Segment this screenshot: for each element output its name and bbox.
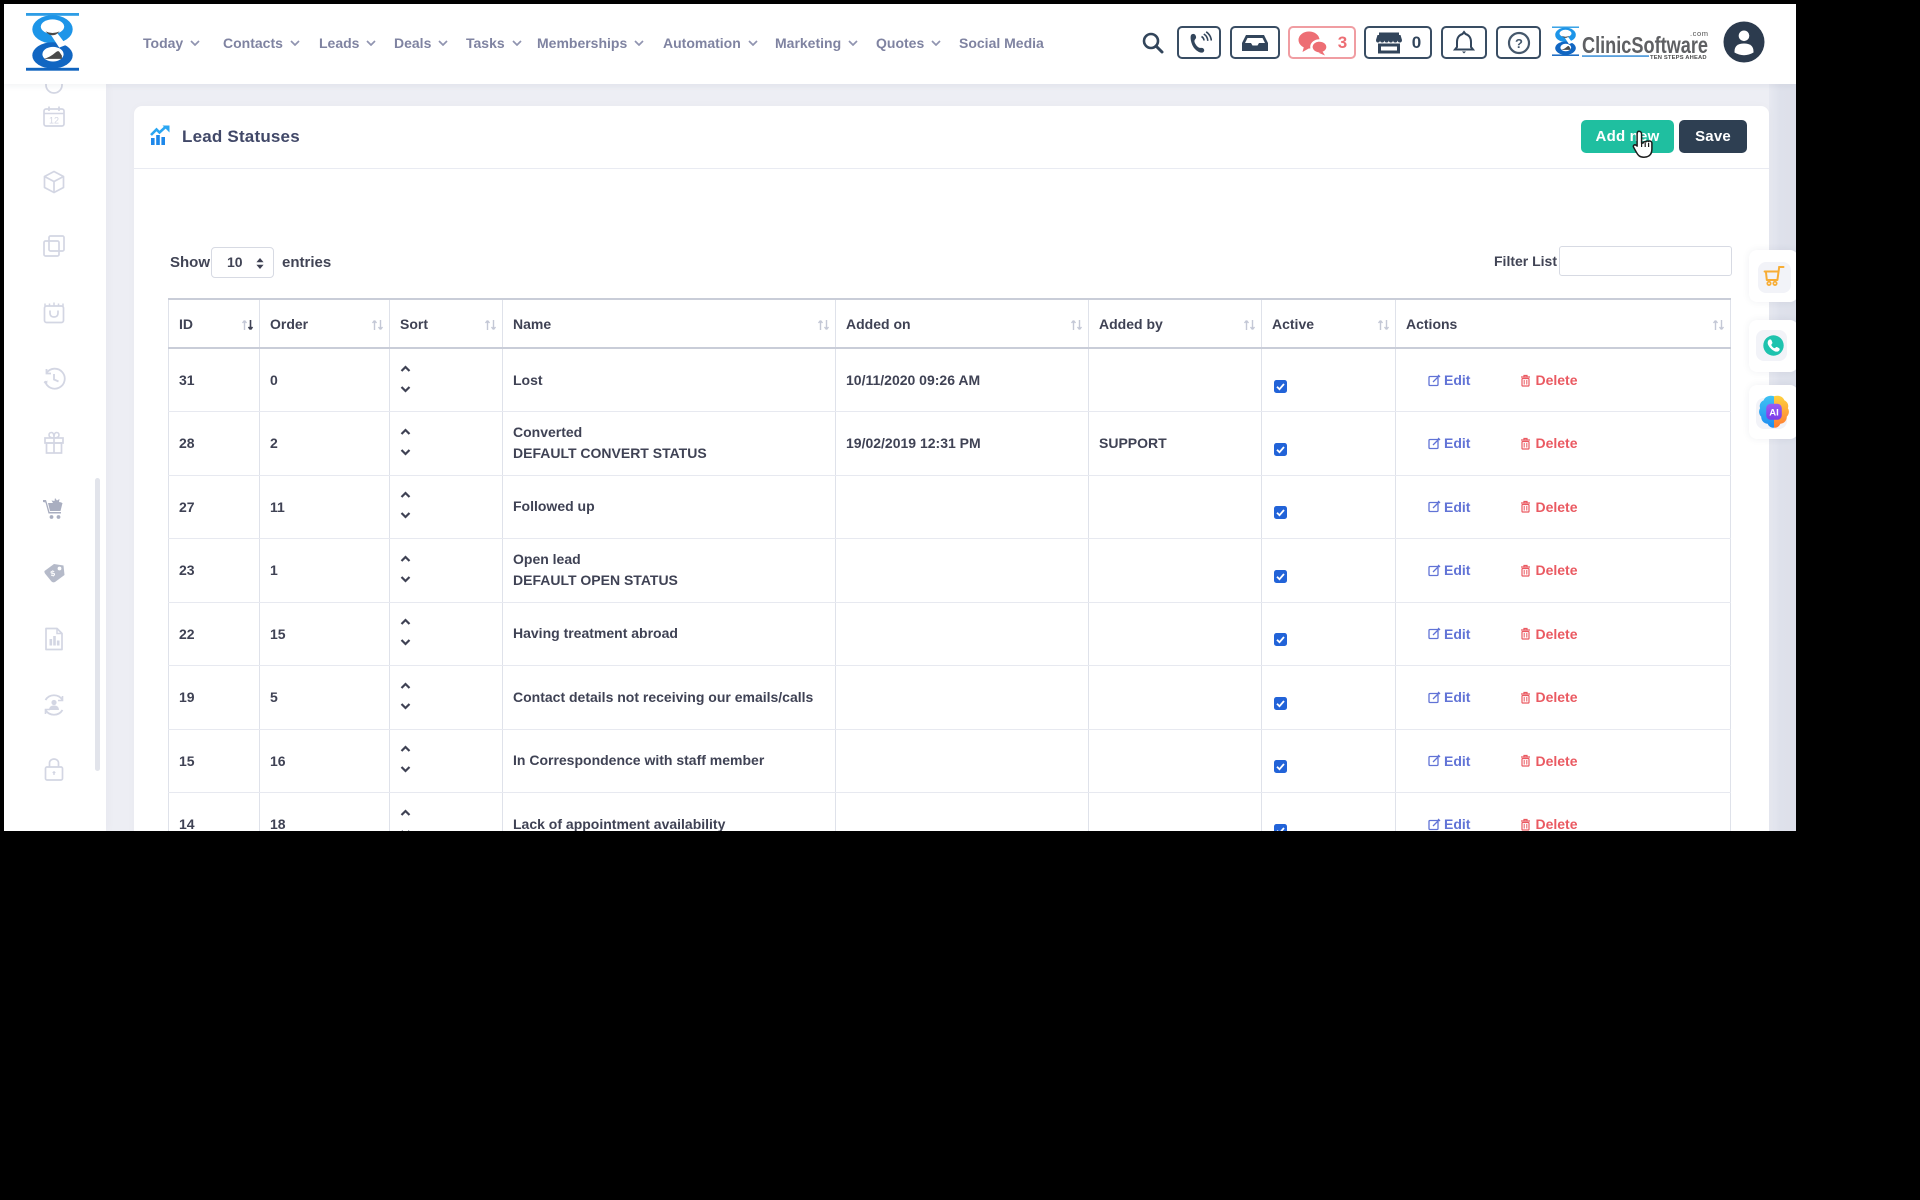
svg-text:TEN STEPS AHEAD: TEN STEPS AHEAD: [1650, 55, 1707, 61]
svg-text:AI: AI: [1769, 408, 1779, 419]
svg-text:.com: .com: [1690, 29, 1708, 38]
svg-text:12: 12: [49, 116, 59, 126]
svg-text:?: ?: [1515, 36, 1523, 51]
